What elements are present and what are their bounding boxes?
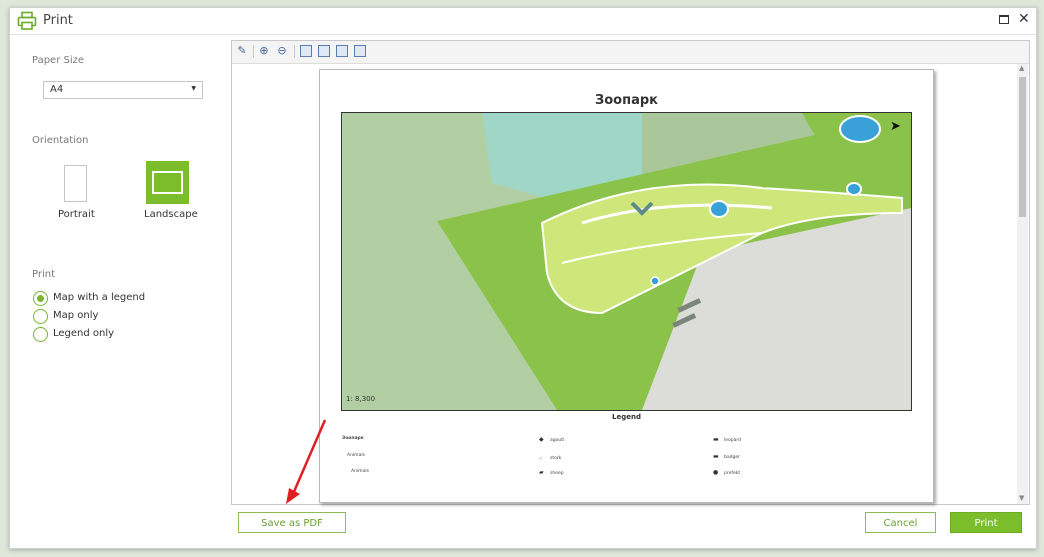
radio-label: Map only: [53, 310, 99, 321]
sheep-icon: ▰: [539, 469, 544, 476]
scrollbar-thumb[interactable]: [1019, 77, 1026, 217]
legend-item: Зоопарк: [342, 436, 364, 441]
legend-item: ⸝ stork: [539, 454, 562, 461]
cancel-button[interactable]: Cancel: [865, 512, 936, 533]
legend-item: Animals: [351, 469, 369, 474]
print-preview: ✎ ⊕ ⊖ Зоопарк 1: 8,300 ➤ Legend Зоопарк …: [231, 40, 1030, 505]
save-as-pdf-button[interactable]: Save as PDF: [238, 512, 346, 533]
close-icon[interactable]: ✕: [1018, 11, 1030, 27]
dialog-title: Print: [43, 13, 73, 28]
prefekt-icon: ●: [713, 469, 719, 476]
preview-toolbar: ✎ ⊕ ⊖: [232, 41, 1029, 64]
legend-item: ▬ badger: [713, 453, 740, 460]
legend-item: Animals: [347, 453, 365, 458]
legend-item: ◆ agouti: [539, 436, 565, 443]
print-label: Print: [32, 269, 56, 280]
scroll-up-icon[interactable]: ▲: [1019, 64, 1024, 72]
radio-unchecked-icon: [33, 327, 48, 342]
title-bar: Print ✕: [10, 8, 1036, 35]
zoom-out-icon[interactable]: ⊖: [276, 45, 288, 57]
zoom-in-icon[interactable]: ⊕: [258, 45, 270, 57]
radio-unchecked-icon: [33, 309, 48, 324]
radio-label: Legend only: [53, 328, 115, 339]
stork-icon: ⸝: [539, 454, 543, 461]
agouti-icon: ◆: [539, 436, 544, 443]
fit-page-icon[interactable]: [300, 45, 312, 57]
landscape-label[interactable]: Landscape: [144, 209, 198, 220]
leopard-icon: ▬: [713, 436, 719, 443]
one-page-icon[interactable]: [336, 45, 348, 57]
portrait-option[interactable]: [64, 165, 87, 202]
orientation-label: Orientation: [32, 135, 89, 146]
portrait-label[interactable]: Portrait: [58, 209, 95, 220]
preview-scrollbar[interactable]: ▲ ▼: [1017, 64, 1028, 504]
map-image: [342, 113, 911, 410]
map-title: Зоопарк: [595, 93, 658, 108]
landscape-icon: [152, 171, 183, 194]
two-page-icon[interactable]: [354, 45, 366, 57]
scale-text: 1: 8,300: [346, 395, 376, 403]
fit-width-icon[interactable]: [318, 45, 330, 57]
brush-icon[interactable]: ✎: [236, 45, 248, 57]
print-button[interactable]: Print: [950, 512, 1022, 533]
map-frame: 1: 8,300 ➤: [341, 112, 912, 411]
radio-checked-icon: [33, 291, 48, 306]
paper-size-value: A4: [50, 84, 64, 95]
toolbar-divider: [294, 45, 295, 58]
legend-item: ▬ leopard: [713, 436, 742, 443]
badger-icon: ▬: [713, 453, 719, 460]
paper-size-label: Paper Size: [32, 55, 85, 66]
scroll-down-icon[interactable]: ▼: [1019, 494, 1024, 502]
legend-title: Legend: [612, 413, 641, 421]
preview-page: Зоопарк 1: 8,300 ➤ Legend Зоопарк Animal…: [319, 69, 934, 503]
north-arrow-icon: ➤: [890, 119, 901, 134]
settings-panel: Paper Size A4 ▼ Orientation Portrait Lan…: [10, 35, 225, 548]
legend-item: ● prefekt: [713, 469, 741, 476]
toolbar-divider: [253, 45, 254, 58]
landscape-option[interactable]: [146, 161, 189, 204]
print-dialog: Print ✕ Paper Size A4 ▼ Orientation Port…: [9, 7, 1037, 549]
maximize-icon[interactable]: [999, 15, 1009, 24]
paper-size-select[interactable]: A4 ▼: [43, 81, 203, 99]
legend-item: ▰ sheep: [539, 469, 564, 476]
printer-icon: [17, 11, 37, 30]
chevron-down-icon: ▼: [191, 85, 196, 92]
radio-label: Map with a legend: [53, 292, 146, 303]
